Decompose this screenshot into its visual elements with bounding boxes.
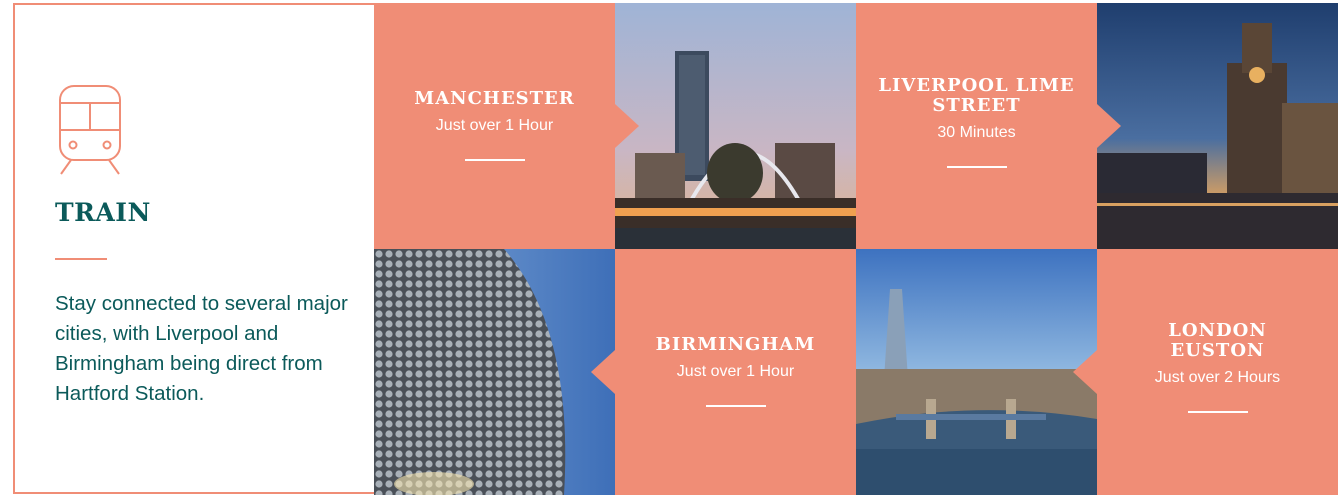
card-divider [1187,411,1248,413]
card-divider [705,405,766,407]
card-divider [946,166,1007,168]
destination-city: BIRMINGHAM [655,334,816,355]
pointer-arrow [591,350,615,394]
birmingham-photo [374,249,615,495]
destination-duration: 30 Minutes [937,124,1016,141]
intro-divider [55,258,107,260]
manchester-photo [615,3,856,249]
train-intro-panel: TRAIN Stay connected to several major ci… [13,3,374,494]
london-card[interactable]: LONDON EUSTON Just over 2 Hours [1073,249,1338,495]
card-divider [464,159,525,161]
pointer-arrow [1097,104,1121,148]
destination-city: MANCHESTER [414,88,575,109]
manchester-card[interactable]: MANCHESTER Just over 1 Hour [374,3,615,249]
liverpool-card[interactable]: LIVERPOOL LIME STREET 30 Minutes [856,3,1097,249]
train-icon [59,85,121,175]
intro-title: TRAIN [55,198,151,227]
london-photo [856,249,1097,495]
destination-city: LONDON EUSTON [1168,320,1267,361]
destination-duration: Just over 1 Hour [676,363,795,380]
birmingham-card[interactable]: BIRMINGHAM Just over 1 Hour [591,249,856,495]
destination-duration: Just over 1 Hour [435,117,554,134]
destination-duration: Just over 2 Hours [1154,369,1281,386]
pointer-arrow [1073,350,1097,394]
pointer-arrow [615,104,639,148]
destination-city: LIVERPOOL LIME STREET [878,75,1075,116]
intro-description: Stay connected to several major cities, … [55,292,348,405]
liverpool-photo [1097,3,1338,249]
